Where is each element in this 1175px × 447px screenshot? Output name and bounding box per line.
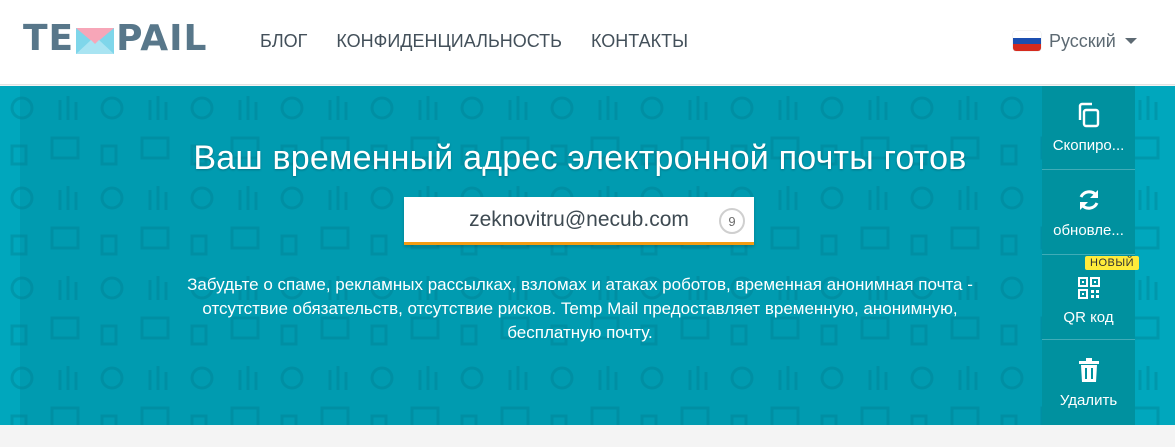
refresh-countdown: 9	[719, 208, 745, 234]
logo-text-right: PAIL	[116, 18, 208, 59]
page-body	[0, 425, 1175, 447]
language-label: Русский	[1049, 31, 1116, 51]
hero-title: Ваш временный адрес электронной почты го…	[193, 139, 967, 177]
language-selector[interactable]: Русский	[1013, 30, 1137, 52]
trash-icon	[1078, 358, 1099, 382]
copy-label: Скопиро...	[1052, 137, 1125, 154]
qr-code-label: QR код	[1063, 309, 1114, 326]
logo-text-left: TE	[23, 18, 75, 59]
refresh-button[interactable]: обновле...	[1042, 171, 1135, 255]
hero-description: Забудьте о спаме, рекламных рассылках, в…	[187, 275, 973, 342]
site-header: TE PAIL БЛОГ КОНФИДЕНЦИАЛЬНОСТЬ КОНТАКТЫ…	[0, 0, 1175, 85]
new-badge: НОВЫЙ	[1085, 256, 1139, 270]
hero-section: Ваш временный адрес электронной почты го…	[0, 86, 1175, 425]
hero-panel	[20, 86, 1042, 425]
copy-icon	[1078, 102, 1099, 128]
delete-label: Удалить	[1059, 392, 1118, 409]
russia-flag-icon	[1013, 31, 1041, 51]
nav-privacy[interactable]: КОНФИДЕНЦИАЛЬНОСТЬ	[336, 30, 562, 52]
temp-email-address[interactable]: zeknovitru@necub.com	[469, 208, 689, 232]
temp-email-field[interactable]: zeknovitru@necub.com 9	[404, 197, 754, 245]
nav-contacts[interactable]: КОНТАКТЫ	[591, 30, 688, 52]
copy-button[interactable]: Скопиро...	[1042, 86, 1135, 170]
refresh-icon	[1079, 190, 1098, 210]
tempail-logo[interactable]: TE PAIL	[23, 20, 213, 58]
envelope-logo-icon	[75, 25, 115, 55]
refresh-label: обновле...	[1053, 222, 1124, 239]
delete-button[interactable]: Удалить	[1042, 341, 1135, 425]
nav-blog[interactable]: БЛОГ	[260, 30, 307, 52]
chevron-down-icon	[1124, 38, 1137, 44]
side-actions: Скопиро... обновле... НОВЫЙ QR код Удали…	[1042, 86, 1139, 425]
main-nav: БЛОГ КОНФИДЕНЦИАЛЬНОСТЬ КОНТАКТЫ	[260, 30, 717, 52]
qr-code-icon	[1077, 277, 1100, 299]
qr-code-button[interactable]: НОВЫЙ QR код	[1042, 256, 1139, 340]
